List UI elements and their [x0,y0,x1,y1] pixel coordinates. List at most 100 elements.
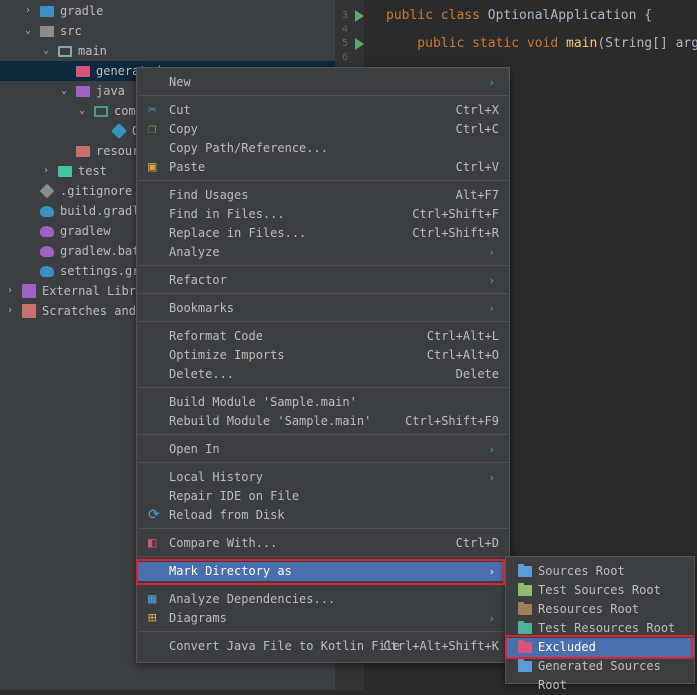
tree-node-label: main [78,44,107,58]
submenu-item-generated-sources-root[interactable]: Generated Sources Root [506,657,694,692]
code-line: public class OptionalApplication { [386,8,652,23]
menu-item-label: Delete... [169,367,235,381]
submenu-item-label: Resources Root [538,602,640,616]
menu-separator [138,631,508,632]
menu-item-reformat-code[interactable]: Reformat Code Ctrl+Alt+L [137,327,509,346]
menu-item-cut[interactable]: ✂ Cut Ctrl+X [137,101,509,120]
module-folder-icon [58,46,72,57]
menu-item-label: Optimize Imports [169,348,285,362]
chevron-down-icon[interactable]: ⌄ [76,101,88,121]
folder-icon [76,146,90,157]
code-text: (String[] args) { [597,36,697,51]
tree-node-src[interactable]: ⌄ src [0,21,335,41]
mark-directory-submenu: Sources Root Test Sources Root Resources R… [505,556,695,692]
folder-icon [40,6,54,17]
menu-item-shortcut: Ctrl+C [455,122,499,136]
menu-item-build-module-sample-main[interactable]: Build Module 'Sample.main' [137,393,509,412]
method-name: main [566,36,598,51]
menu-item-repair-ide-on-file[interactable]: Repair IDE on File [137,487,509,506]
menu-item-shortcut: Ctrl+Alt+L [426,329,499,343]
submenu-arrow-icon: › [488,246,495,259]
menu-item-rebuild-module-sample-main[interactable]: Rebuild Module 'Sample.main' Ctrl+Shift+F… [137,412,509,431]
menu-item-shortcut: Ctrl+X [455,103,499,117]
tree-node-gradle[interactable]: › gradle [0,1,335,21]
tree-node-label: gradlew.bat [60,244,140,258]
gradle-icon [40,226,54,237]
menu-item-label: Convert Java File to Kotlin File [169,639,401,653]
submenu-arrow-icon: › [488,612,495,625]
submenu-item-label: Sources Root [538,564,625,578]
chevron-down-icon[interactable]: ⌄ [58,81,70,101]
diagram-icon: ⊞ [148,610,157,626]
menu-item-shortcut: Ctrl+D [455,536,499,550]
menu-item-label: Diagrams [169,611,227,625]
submenu-item-test-sources-root[interactable]: Test Sources Root [506,581,694,600]
menu-item-local-history[interactable]: Local History › [137,468,509,487]
menu-item-refactor[interactable]: Refactor › [137,271,509,290]
menu-item-find-usages[interactable]: Find Usages Alt+F7 [137,186,509,205]
run-main-icon[interactable] [355,38,364,50]
submenu-arrow-icon: › [488,302,495,315]
chevron-right-icon[interactable]: › [22,1,34,21]
menu-item-label: Open In [169,442,220,456]
menu-item-analyze-dependencies[interactable]: ▦ Analyze Dependencies... [137,590,509,609]
menu-item-label: Reload from Disk [169,508,285,522]
menu-item-optimize-imports[interactable]: Optimize Imports Ctrl+Alt+O [137,346,509,365]
menu-item-convert-java-file-to-kotlin-file[interactable]: Convert Java File to Kotlin File Ctrl+Alt… [137,637,509,656]
package-icon [94,106,108,117]
tree-node-main[interactable]: ⌄ main [0,41,335,61]
folder-icon [518,564,532,577]
menu-item-shortcut: Ctrl+Shift+R [412,226,499,240]
tree-node-label: gradlew [60,224,111,238]
code-text: OptionalApplication { [487,8,653,23]
menu-item-shortcut: Delete [455,367,499,381]
menu-item-shortcut: Ctrl+Shift+F [412,207,499,221]
submenu-item-resources-root[interactable]: Resources Root [506,600,694,619]
menu-item-shortcut: Alt+F7 [455,188,499,202]
menu-item-copy[interactable]: ❐ Copy Ctrl+C [137,120,509,139]
menu-separator [138,95,508,96]
menu-item-replace-in-files[interactable]: Replace in Files... Ctrl+Shift+R [137,224,509,243]
menu-item-label: Reformat Code [169,329,263,343]
menu-item-new[interactable]: New › [137,73,509,92]
menu-item-label: Bookmarks [169,301,235,315]
menu-item-label: Paste [169,160,206,174]
submenu-arrow-icon: › [488,76,495,89]
tree-node-label: .gitignore [60,184,133,198]
tree-node-label: java [96,84,125,98]
menu-item-shortcut: Ctrl+V [455,160,499,174]
mark-directory-annotation [136,559,505,585]
gradle-icon [40,206,54,217]
submenu-item-sources-root[interactable]: Sources Root [506,562,694,581]
menu-item-open-in[interactable]: Open In › [137,440,509,459]
menu-item-copy-path-reference[interactable]: Copy Path/Reference... [137,139,509,158]
menu-item-find-in-files[interactable]: Find in Files... Ctrl+Shift+F [137,205,509,224]
chevron-right-icon[interactable]: › [4,301,16,321]
menu-item-bookmarks[interactable]: Bookmarks › [137,299,509,318]
folder-icon [518,602,532,615]
chevron-down-icon[interactable]: ⌄ [40,41,52,61]
menu-item-label: Local History [169,470,263,484]
menu-item-diagrams[interactable]: ⊞ Diagrams › [137,609,509,628]
menu-item-paste[interactable]: ▣ Paste Ctrl+V [137,158,509,177]
submenu-arrow-icon: › [488,471,495,484]
menu-item-label: Compare With... [169,536,278,550]
menu-item-reload-from-disk[interactable]: ⟳ Reload from Disk [137,506,509,525]
chevron-right-icon[interactable]: › [4,281,16,301]
paste-icon: ▣ [148,159,157,175]
chevron-down-icon[interactable]: ⌄ [22,21,34,41]
excluded-annotation [505,635,693,659]
library-icon [22,284,36,298]
menu-item-label: Build Module 'Sample.main' [169,395,357,409]
analyze-dependencies-icon: ▦ [148,591,157,607]
chevron-right-icon[interactable]: › [40,161,52,181]
menu-item-analyze[interactable]: Analyze › [137,243,509,262]
menu-item-compare-with[interactable]: ◧ Compare With... Ctrl+D [137,534,509,553]
menu-item-label: Copy [169,122,198,136]
menu-item-delete[interactable]: Delete... Delete [137,365,509,384]
tree-node-label: build.gradle [60,204,147,218]
cut-icon: ✂ [148,102,157,118]
menu-item-label: Cut [169,103,191,117]
line-number: 6 [341,52,348,63]
run-class-icon[interactable] [355,10,364,22]
